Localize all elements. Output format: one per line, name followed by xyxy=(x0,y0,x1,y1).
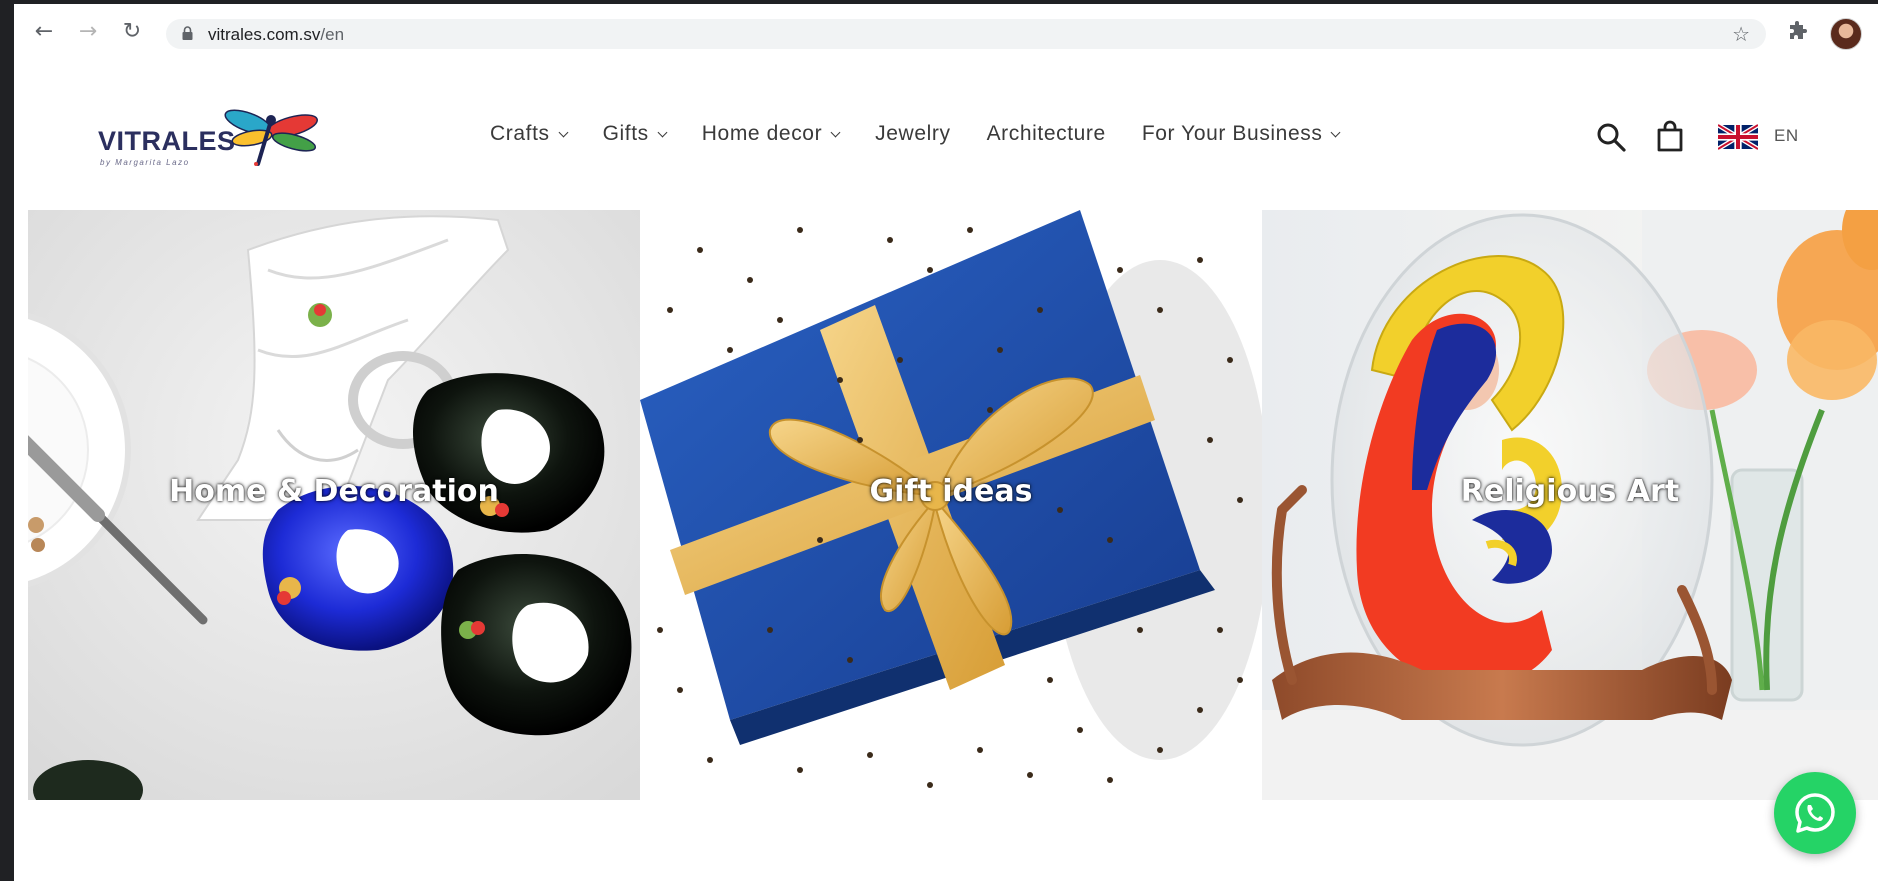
nav-jewelry[interactable]: Jewelry xyxy=(875,122,950,146)
back-icon[interactable]: ← xyxy=(30,18,58,46)
nav-architecture-label: Architecture xyxy=(986,122,1106,145)
nav-architecture[interactable]: Architecture xyxy=(987,122,1106,146)
lock-icon xyxy=(182,26,193,40)
address-bar[interactable]: vitrales.com.sv/en ☆ xyxy=(166,19,1766,49)
whatsapp-icon xyxy=(1795,793,1835,833)
nav-gifts-label: Gifts xyxy=(602,122,649,145)
collection-tiles: Home & Decoration Gift ideas Religious A… xyxy=(28,210,1878,800)
logo-subtext: by Margarita Lazo xyxy=(100,158,190,167)
chevron-down-icon xyxy=(657,127,668,137)
tile-gift-ideas[interactable]: Gift ideas xyxy=(640,210,1262,800)
language-code[interactable]: EN xyxy=(1774,126,1799,146)
whatsapp-chat-button[interactable] xyxy=(1774,772,1856,854)
url-text[interactable]: vitrales.com.sv/en xyxy=(208,25,344,45)
logo-text: VITRALES xyxy=(98,126,236,156)
cart-bag-icon[interactable] xyxy=(1656,120,1684,152)
main-navigation: Crafts Gifts Home decor Jewelry Architec… xyxy=(490,122,1375,146)
nav-for-your-business-label: For Your Business xyxy=(1141,122,1323,145)
tile-home-decoration[interactable]: Home & Decoration xyxy=(28,210,640,800)
tile-gift-ideas-label: Gift ideas xyxy=(869,474,1033,509)
dragonfly-logo-icon xyxy=(224,109,318,166)
url-path: /en xyxy=(320,25,345,44)
reload-icon[interactable]: ↻ xyxy=(118,18,146,46)
nav-jewelry-label: Jewelry xyxy=(875,122,951,145)
profile-avatar[interactable] xyxy=(1830,18,1862,50)
nav-crafts[interactable]: Crafts xyxy=(490,122,569,146)
uk-flag-icon[interactable] xyxy=(1718,124,1758,150)
tile-religious-art-label: Religious Art xyxy=(1460,474,1680,509)
site-header: VITRALES by Margarita Lazo Crafts Gifts … xyxy=(14,60,1878,210)
chevron-down-icon xyxy=(830,127,841,137)
browser-window: ← → ↻ vitrales.com.sv/en ☆ VITRALES by M… xyxy=(14,4,1878,881)
tile-religious-art[interactable]: Religious Art xyxy=(1262,210,1878,800)
extensions-puzzle-icon[interactable] xyxy=(1786,20,1810,44)
nav-home-decor-label: Home decor xyxy=(701,122,823,145)
chevron-down-icon xyxy=(1331,127,1341,137)
nav-for-your-business[interactable]: For Your Business xyxy=(1141,122,1341,146)
browser-toolbar: ← → ↻ vitrales.com.sv/en ☆ xyxy=(14,4,1878,61)
bookmark-star-icon[interactable]: ☆ xyxy=(1732,22,1750,46)
nav-gifts[interactable]: Gifts xyxy=(602,122,668,146)
nav-crafts-label: Crafts xyxy=(490,122,550,145)
chevron-down-icon xyxy=(558,127,569,137)
site-logo[interactable]: VITRALES by Margarita Lazo xyxy=(98,104,328,174)
url-host: vitrales.com.sv xyxy=(208,25,321,44)
forward-icon[interactable]: → xyxy=(74,18,102,46)
search-icon[interactable] xyxy=(1596,122,1626,152)
tile-home-decoration-label: Home & Decoration xyxy=(169,474,499,509)
nav-home-decor[interactable]: Home decor xyxy=(701,122,841,146)
